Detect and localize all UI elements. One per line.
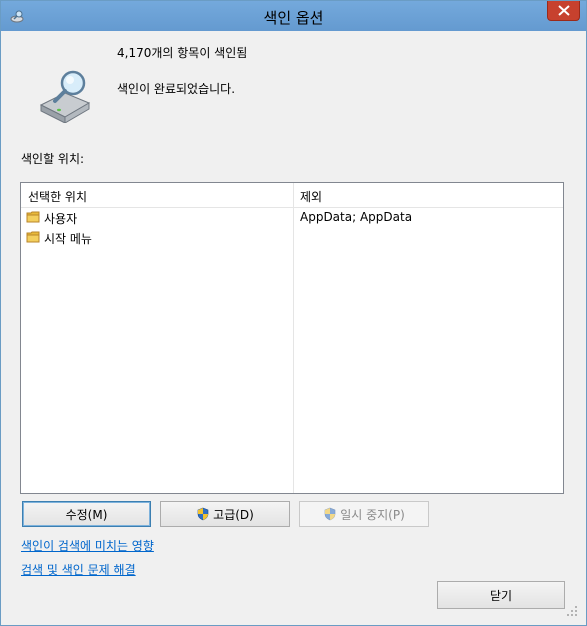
modify-button[interactable]: 수정(M) <box>22 501 151 527</box>
indexed-item-count: 4,170개의 항목이 색인됨 <box>117 46 248 60</box>
troubleshoot-link[interactable]: 검색 및 색인 문제 해결 <box>21 561 136 578</box>
indexing-status-message: 색인이 완료되었습니다. <box>117 82 236 96</box>
advanced-button-label: 고급(D) <box>213 507 254 522</box>
list-item[interactable]: 사용자 AppData; AppData <box>21 208 563 228</box>
title-bar[interactable]: 색인 옵션 <box>1 1 586 31</box>
close-window-button[interactable] <box>547 1 580 21</box>
location-name: 사용자 <box>44 212 78 226</box>
list-item[interactable]: 시작 메뉴 <box>21 228 563 248</box>
search-drive-icon <box>39 70 91 123</box>
dialog-content: 4,170개의 항목이 색인됨 색인이 완료되었습니다. 색인할 위치: 선택한… <box>7 31 580 619</box>
uac-shield-icon <box>324 507 336 521</box>
pause-button[interactable]: 일시 중지(P) <box>299 501 429 527</box>
column-header-selected-location[interactable]: 선택한 위치 <box>28 188 87 205</box>
pause-button-label: 일시 중지(P) <box>340 507 405 522</box>
locations-list[interactable]: 선택한 위치 제외 사용자 AppData; AppData 시작 메뉴 <box>20 182 564 494</box>
uac-shield-icon <box>197 507 209 521</box>
resize-grip-icon[interactable] <box>566 605 578 617</box>
close-button-label: 닫기 <box>489 588 513 603</box>
how-indexing-affects-link[interactable]: 색인이 검색에 미치는 영향 <box>21 537 154 554</box>
location-name: 시작 메뉴 <box>44 232 92 246</box>
column-header-exclude[interactable]: 제외 <box>300 188 322 205</box>
locations-label: 색인할 위치: <box>21 152 85 166</box>
folder-icon <box>26 211 40 223</box>
window-title: 색인 옵션 <box>263 9 324 27</box>
close-x-icon <box>558 5 570 16</box>
folder-icon <box>26 231 40 243</box>
advanced-button[interactable]: 고급(D) <box>160 501 290 527</box>
modify-button-label: 수정(M) <box>65 507 108 522</box>
indexing-options-window: 색인 옵션 4,170개의 항목이 색인됨 색인이 완료되었습니다. 색인할 위… <box>0 0 587 626</box>
location-exclude: AppData; AppData <box>300 210 413 224</box>
close-button[interactable]: 닫기 <box>437 581 565 609</box>
